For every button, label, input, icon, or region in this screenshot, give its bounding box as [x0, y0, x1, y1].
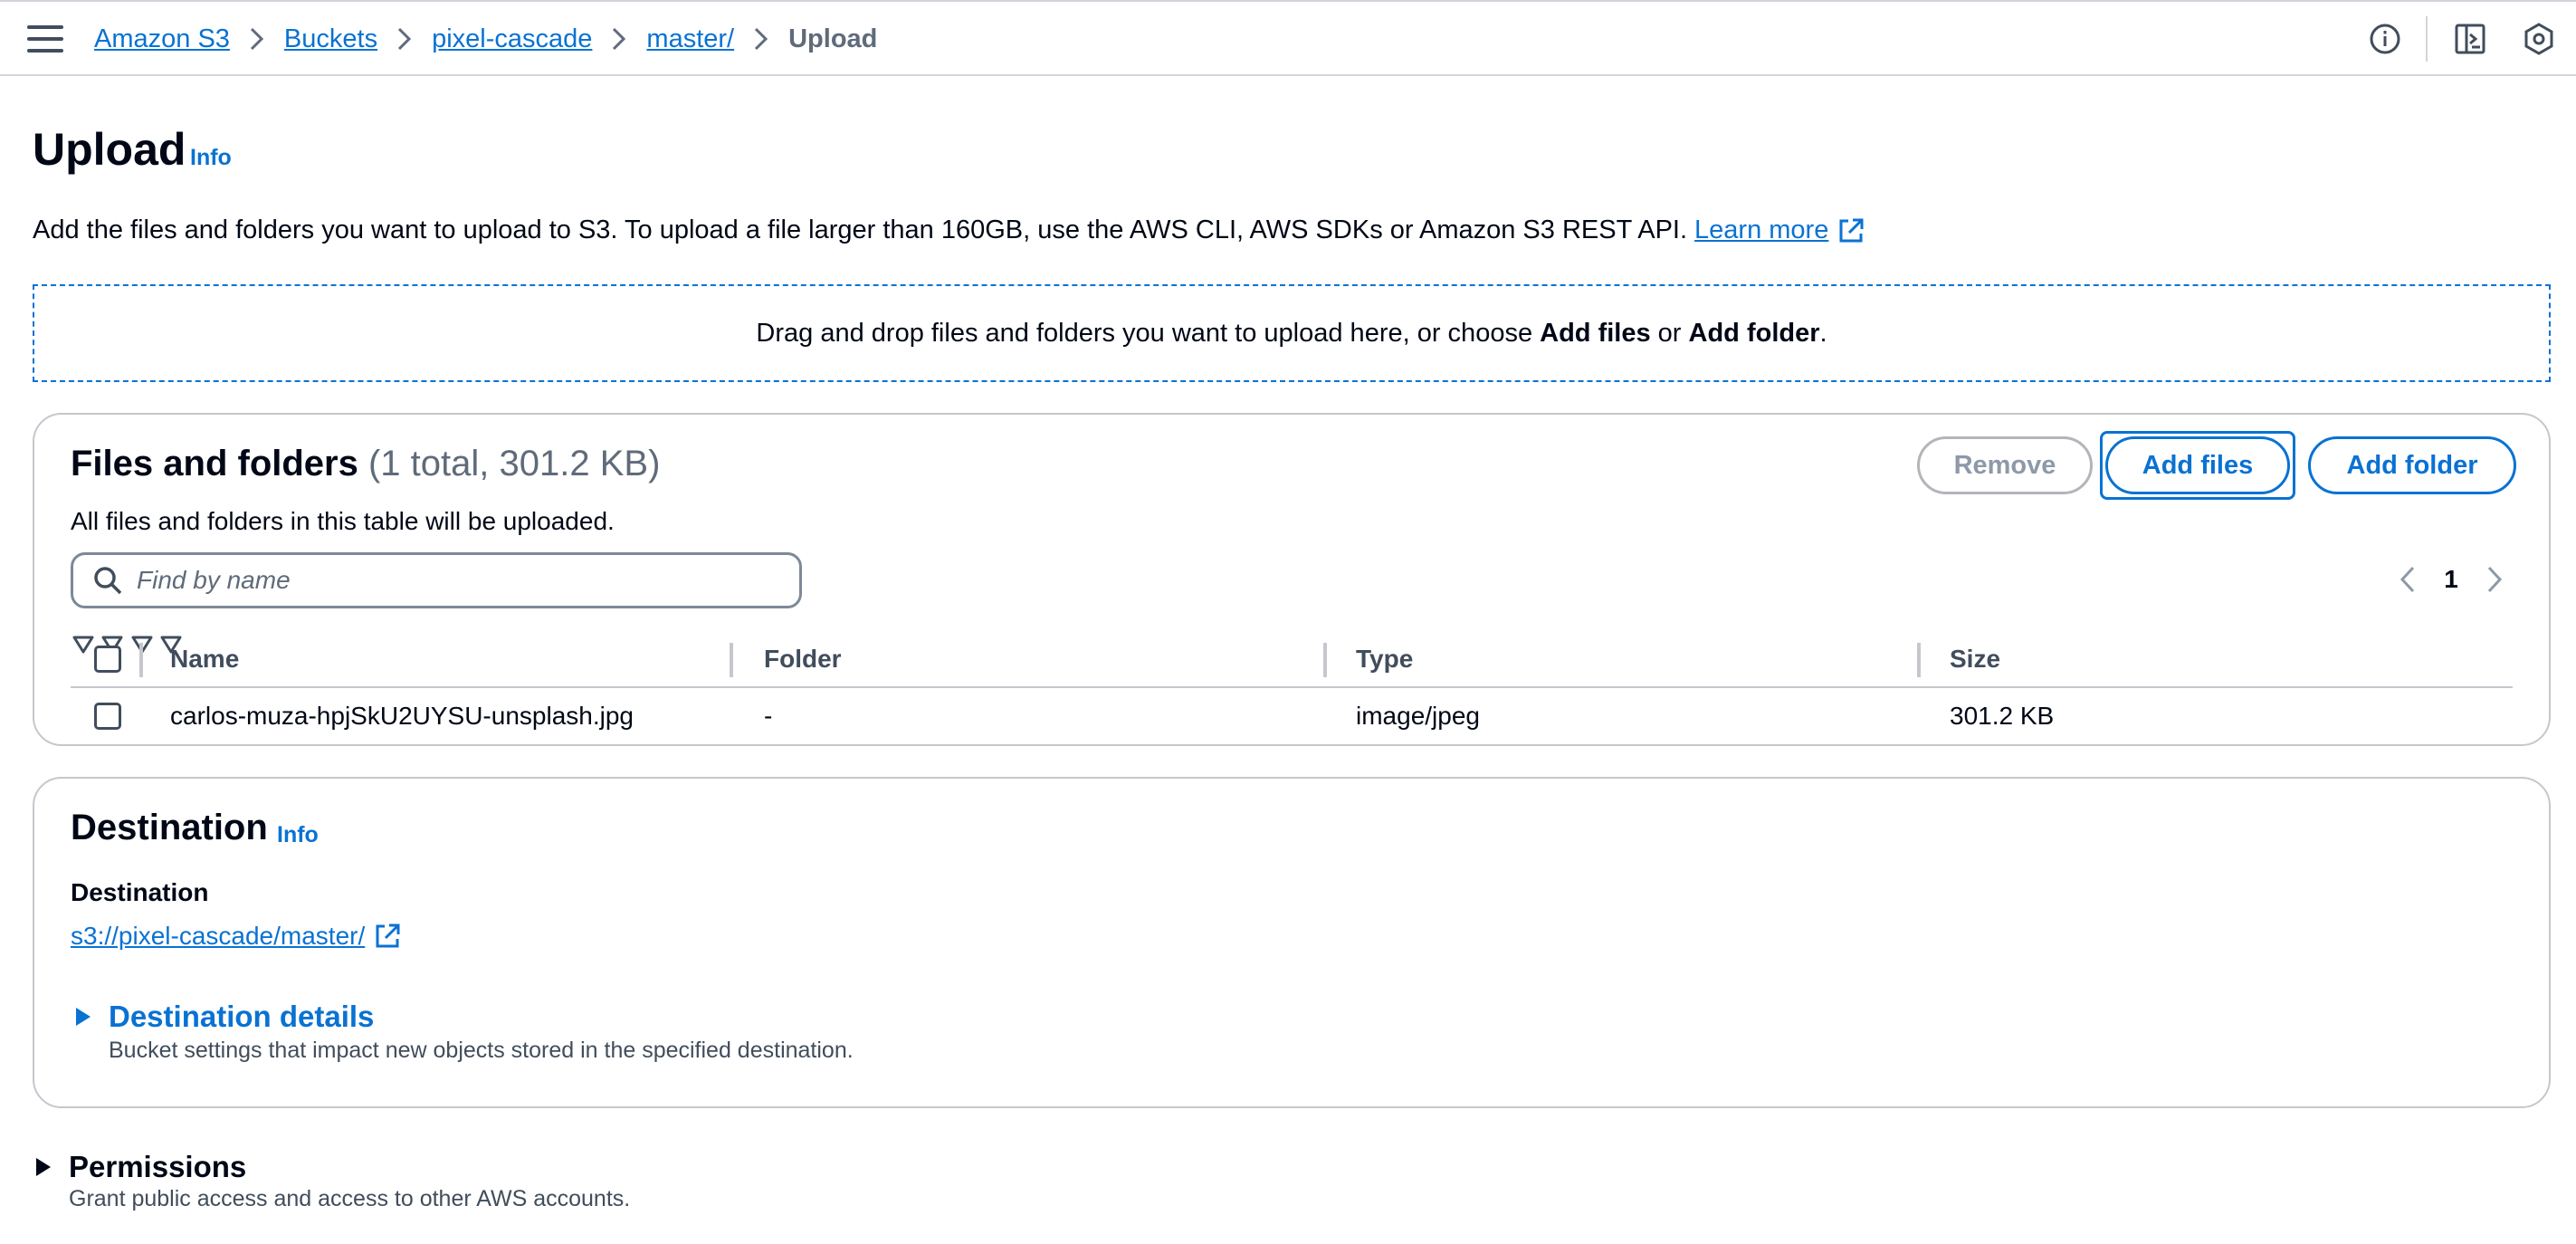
page-number[interactable]: 1: [2426, 565, 2476, 594]
pagination: 1: [2390, 560, 2513, 599]
info-circle-icon[interactable]: [2368, 22, 2402, 56]
destination-info-link[interactable]: Info: [277, 822, 319, 848]
destination-container: Destination Info Destination s3://pixel-…: [33, 777, 2551, 1108]
page-description: Add the files and folders you want to up…: [33, 215, 1865, 245]
permissions-expander[interactable]: Permissions: [36, 1150, 246, 1184]
chevron-left-icon[interactable]: [2390, 561, 2426, 598]
caret-right-icon: [76, 1008, 91, 1026]
add-files-button[interactable]: Add files: [2100, 431, 2295, 500]
files-and-folders-container: Files and folders (1 total, 301.2 KB) Al…: [33, 413, 2551, 746]
column-header-type[interactable]: Type: [1356, 632, 1413, 686]
header-info-link[interactable]: Info: [190, 145, 232, 171]
destination-title: Destination: [71, 808, 268, 847]
files-subtitle: All files and folders in this table will…: [71, 507, 615, 535]
cell-size: 301.2 KB: [1950, 702, 2055, 730]
menu-icon[interactable]: [27, 25, 63, 53]
column-divider[interactable]: [1323, 643, 1327, 677]
add-folder-button[interactable]: Add folder: [2308, 436, 2516, 494]
row-checkbox[interactable]: [94, 703, 121, 730]
destination-details-expander[interactable]: Destination details: [76, 1000, 374, 1034]
files-title-text: Files and folders: [71, 444, 358, 483]
table-header: Name Folder Type Size: [71, 632, 2513, 688]
files-count: (1 total, 301.2 KB): [367, 444, 661, 483]
chevron-right-icon[interactable]: [2476, 561, 2513, 598]
chevron-right-icon: [592, 25, 646, 53]
select-all-checkbox[interactable]: [94, 646, 121, 673]
column-header-size[interactable]: Size: [1950, 632, 2000, 686]
destination-url-link[interactable]: s3://pixel-cascade/master/: [71, 922, 365, 951]
chevron-right-icon: [230, 25, 284, 53]
caret-right-icon: [36, 1158, 51, 1176]
files-title: Files and folders (1 total, 301.2 KB): [71, 444, 660, 484]
permissions-desc: Grant public access and access to other …: [69, 1186, 631, 1211]
breadcrumb: Amazon S3 Buckets pixel-cascade master/ …: [94, 2, 877, 76]
permissions-title[interactable]: Permissions: [69, 1150, 246, 1184]
breadcrumb-buckets[interactable]: Buckets: [284, 24, 377, 54]
settings-hex-icon[interactable]: [2522, 22, 2556, 56]
topbar-divider: [2426, 16, 2428, 62]
breadcrumb-current: Upload: [788, 24, 878, 53]
destination-url-wrapper: s3://pixel-cascade/master/: [71, 922, 401, 951]
search-input[interactable]: [137, 566, 770, 595]
description-text: Add the files and folders you want to up…: [33, 215, 1688, 244]
external-link-icon: [1837, 217, 1865, 244]
top-navigation-bar: Amazon S3 Buckets pixel-cascade master/ …: [0, 0, 2576, 76]
dropzone-period: .: [1819, 318, 1827, 348]
column-header-folder[interactable]: Folder: [764, 632, 842, 686]
dropzone-or: or: [1650, 318, 1689, 348]
breadcrumb-amazon-s3[interactable]: Amazon S3: [94, 24, 230, 54]
dropzone-add-files: Add files: [1540, 318, 1651, 348]
chevron-right-icon: [734, 25, 788, 53]
dropzone-add-folder: Add folder: [1688, 318, 1820, 348]
dropzone-text: Drag and drop files and folders you want…: [756, 318, 1541, 348]
breadcrumb-bucket[interactable]: pixel-cascade: [432, 24, 592, 54]
chevron-right-icon: [377, 25, 432, 53]
side-panel-icon[interactable]: [2453, 22, 2487, 56]
search-icon: [91, 564, 124, 597]
drop-zone[interactable]: Drag and drop files and folders you want…: [33, 284, 2551, 382]
column-divider: [139, 643, 143, 677]
destination-details-title[interactable]: Destination details: [109, 1000, 374, 1034]
breadcrumb-folder[interactable]: master/: [646, 24, 734, 54]
destination-details-desc: Bucket settings that impact new objects …: [109, 1038, 854, 1063]
cell-folder: -: [764, 702, 773, 730]
cell-name: carlos-muza-hpjSkU2UYSU-unsplash.jpg: [170, 702, 634, 730]
search-field[interactable]: [71, 552, 802, 608]
column-divider[interactable]: [730, 643, 733, 677]
column-header-name[interactable]: Name: [170, 632, 239, 686]
remove-button[interactable]: Remove: [1917, 436, 2093, 494]
column-divider[interactable]: [1917, 643, 1921, 677]
learn-more-link[interactable]: Learn more: [1694, 215, 1828, 245]
files-table: Name Folder Type Size carlos-muza-hpjSkU…: [71, 632, 2513, 744]
page-title: Upload: [33, 124, 186, 175]
external-link-icon: [374, 923, 401, 950]
destination-label: Destination: [71, 878, 209, 906]
cell-type: image/jpeg: [1356, 702, 1480, 730]
table-row: carlos-muza-hpjSkU2UYSU-unsplash.jpg - i…: [71, 688, 2513, 744]
sort-icon[interactable]: [71, 636, 96, 661]
